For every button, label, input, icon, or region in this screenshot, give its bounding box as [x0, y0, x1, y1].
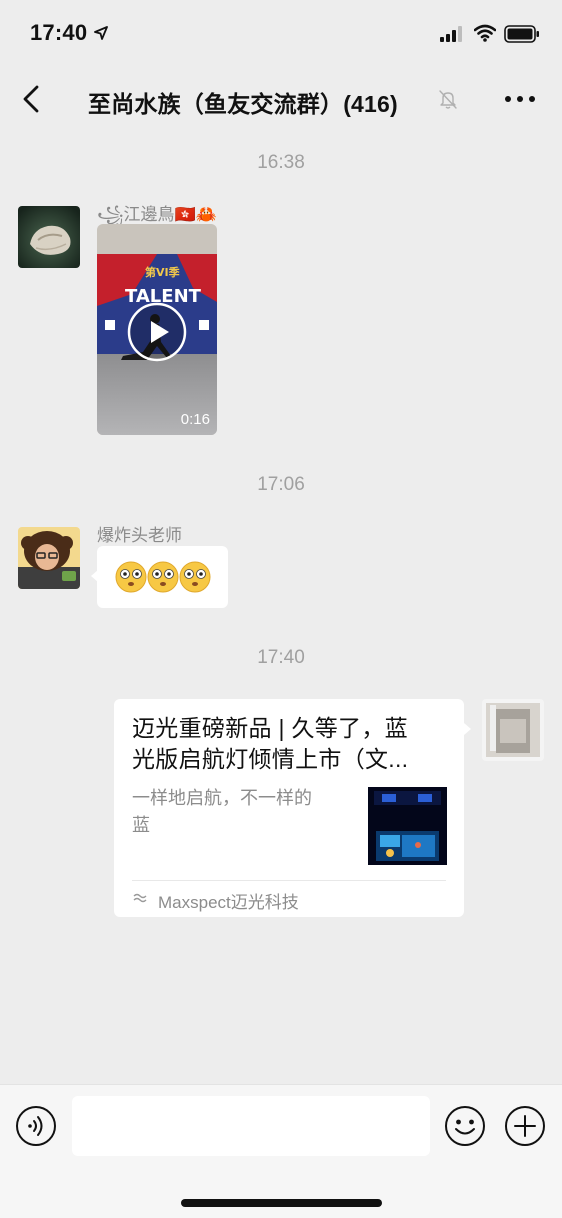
battery-icon: [504, 25, 539, 43]
play-icon[interactable]: [127, 302, 187, 362]
cellular-signal-icon: [440, 26, 462, 42]
status-bar: 17:40: [0, 0, 562, 68]
wifi-icon: [474, 24, 496, 42]
mute-bell-icon: [439, 90, 457, 109]
video-message[interactable]: 第VI季 TALENT 0:16: [97, 224, 217, 435]
avatar-self[interactable]: [482, 699, 544, 761]
link-title: 迈光重磅新品 | 久等了，蓝 光版启航灯倾情上市（文...: [132, 715, 409, 772]
link-thumbnail-image: [368, 787, 447, 865]
avatar-self-image: [482, 699, 544, 761]
avatar[interactable]: [18, 527, 80, 589]
avatar-fish-image: [18, 206, 80, 268]
link-source: Maxspect迈光科技: [158, 893, 299, 912]
link-thumbnail: [368, 787, 447, 865]
message-timestamp: 17:06: [257, 474, 305, 495]
flushed-face-emoji-icon: [115, 561, 210, 593]
input-bar: [0, 1084, 562, 1218]
link-card-message[interactable]: 迈光重磅新品 | 久等了，蓝 光版启航灯倾情上市（文... 一样地启航，不一样的…: [114, 699, 471, 917]
back-icon[interactable]: [20, 84, 44, 114]
nav-bar: 至尚水族（鱼友交流群）(416): [0, 68, 562, 130]
status-time: 17:40: [30, 20, 88, 45]
svg-text:第VI季: 第VI季: [145, 265, 181, 279]
emoji-message-bubble[interactable]: [91, 546, 228, 608]
link-divider: [132, 880, 446, 881]
message-timestamp: 17:40: [257, 647, 305, 668]
plus-icon[interactable]: [504, 1105, 546, 1147]
home-indicator[interactable]: [181, 1199, 382, 1207]
video-duration: 0:16: [180, 411, 210, 428]
avatar[interactable]: [18, 206, 80, 268]
link-description: 一样地启航，不一样的 蓝: [132, 788, 312, 835]
message-timestamp: 16:38: [257, 152, 305, 173]
location-arrow-icon: [94, 26, 108, 40]
sender-name: 爆炸头老师: [97, 526, 182, 545]
voice-icon[interactable]: [15, 1105, 57, 1147]
avatar-person-image: [18, 527, 80, 589]
message-input[interactable]: [72, 1096, 430, 1156]
emoji-icon[interactable]: [444, 1105, 486, 1147]
mini-program-icon: [133, 893, 147, 903]
chat-title: 至尚水族（鱼友交流群）(416): [88, 91, 398, 117]
more-icon[interactable]: [502, 88, 538, 110]
